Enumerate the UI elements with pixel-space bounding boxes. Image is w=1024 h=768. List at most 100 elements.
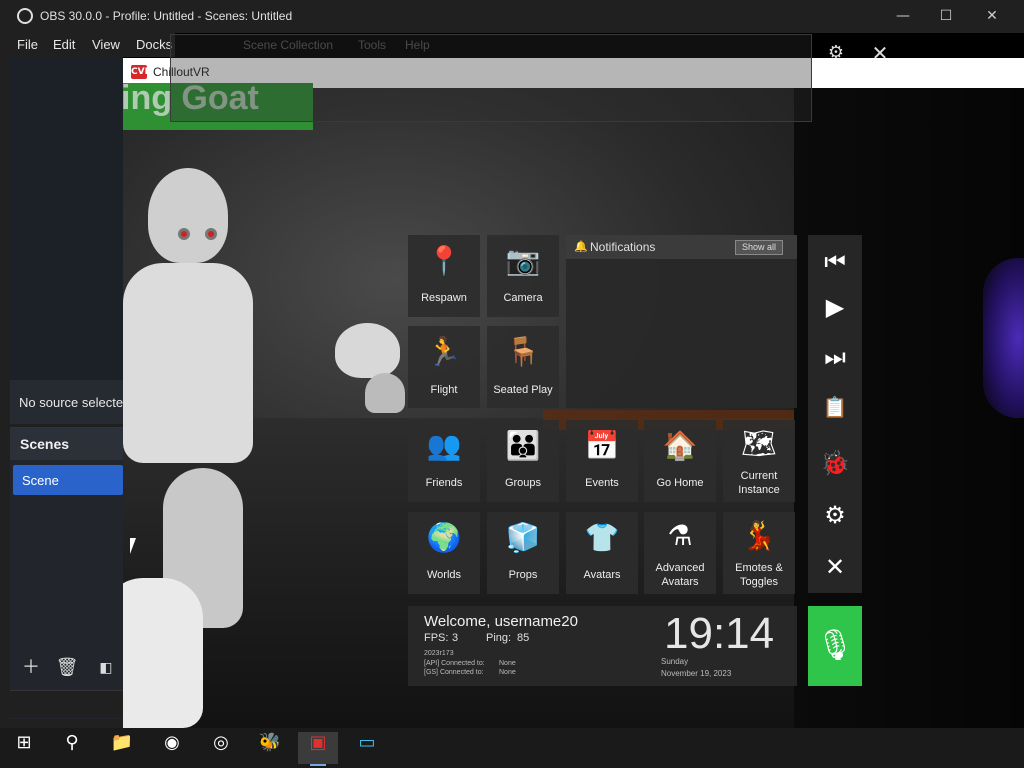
- home-icon: 🏠: [662, 429, 698, 462]
- gs-label: [GS] Connected to:: [424, 669, 484, 676]
- events-label: Events: [585, 477, 619, 489]
- chrome-icon[interactable]: ◉: [152, 732, 192, 764]
- settings-gear-icon[interactable]: ⚙: [808, 495, 862, 535]
- desktop: CVR ChilloutVR ing Goat No source select…: [0, 0, 1024, 768]
- chilloutvr-icon: CVR: [131, 65, 152, 79]
- game-purple-light: [983, 258, 1024, 418]
- minimize-button[interactable]: —: [892, 6, 914, 26]
- current-instance-label: Current Instance: [738, 470, 780, 496]
- menu-file[interactable]: File: [17, 37, 38, 52]
- friends-label: Friends: [425, 477, 463, 489]
- scenes-header: Scenes: [10, 428, 123, 460]
- flight-icon: 🏃: [426, 335, 462, 368]
- groups-icon: 👪: [505, 429, 541, 462]
- emotes-toggles-tile[interactable]: 💃 Emotes & Toggles: [723, 512, 795, 594]
- location-pin-icon: 📍: [426, 244, 462, 277]
- avatar-shirt-icon: 👕: [584, 521, 620, 554]
- skip-next-icon[interactable]: ⏭: [808, 337, 862, 377]
- seated-play-tile[interactable]: 🪑 Seated Play: [487, 326, 559, 408]
- close-menu-icon[interactable]: ✕: [808, 547, 862, 587]
- flask-icon: ⚗: [667, 519, 693, 552]
- avatars-tile[interactable]: 👕 Avatars: [566, 512, 638, 594]
- windows-start-icon[interactable]: ⊞: [4, 732, 44, 764]
- globe-icon: 🌍: [426, 521, 462, 554]
- welcome-greeting: Welcome, username20: [424, 613, 578, 630]
- menu-docks[interactable]: Docks: [136, 37, 172, 52]
- search-icon[interactable]: ⚲: [52, 732, 92, 764]
- worlds-tile[interactable]: 🌍 Worlds: [408, 512, 480, 594]
- obs-preview-area[interactable]: [10, 57, 123, 380]
- play-icon[interactable]: ▶: [808, 287, 862, 327]
- notifications-title: Notifications: [590, 240, 656, 254]
- cube-icon: 🧊: [505, 521, 541, 554]
- events-tile[interactable]: 📅 Events: [566, 420, 638, 502]
- obs-status-bar: [10, 690, 123, 718]
- mouse-cursor: [130, 538, 142, 554]
- obs-logo-icon: [17, 8, 33, 24]
- chilloutvr-taskbar-icon[interactable]: ▣: [298, 732, 338, 766]
- emotes-toggles-label: Emotes & Toggles: [735, 562, 783, 588]
- build-version: 2023r173: [424, 650, 454, 657]
- maximize-button[interactable]: ☐: [935, 6, 957, 26]
- camera-label: Camera: [503, 292, 543, 304]
- gs-value: None: [499, 669, 516, 676]
- obs-window-title: OBS 30.0.0 - Profile: Untitled - Scenes:…: [40, 9, 293, 23]
- menu-view[interactable]: View: [92, 37, 120, 52]
- remove-scene-trash-icon[interactable]: 🗑: [55, 656, 79, 680]
- notifications-panel: 🔔 Notifications Show all: [566, 235, 797, 408]
- menu-scene-collection[interactable]: Scene Collection: [243, 38, 333, 52]
- microphone-icon[interactable]: 🎙: [808, 606, 862, 686]
- current-instance-tile[interactable]: 🗺 Current Instance: [723, 420, 795, 502]
- worlds-label: Worlds: [426, 569, 462, 581]
- scene-item-label: Scene: [22, 473, 59, 488]
- bell-icon: 🔔: [574, 240, 588, 253]
- terminal-app-icon[interactable]: ▭: [347, 732, 387, 764]
- camera-icon: 📷: [505, 244, 541, 277]
- skip-previous-icon[interactable]: ⏮: [808, 242, 862, 282]
- friends-tile[interactable]: 👥 Friends: [408, 420, 480, 502]
- clock-date: November 19, 2023: [661, 669, 732, 678]
- notifications-header: 🔔 Notifications Show all: [566, 235, 797, 259]
- flight-tile[interactable]: 🏃 Flight: [408, 326, 480, 408]
- seated-play-label: Seated Play: [493, 384, 553, 396]
- file-explorer-icon[interactable]: 📁: [102, 732, 142, 764]
- scenes-dock: Scenes Scene ＋ 🗑 ◧: [10, 427, 123, 719]
- clock-time: 19:14: [664, 609, 775, 658]
- scene-list-item[interactable]: Scene: [13, 465, 123, 495]
- props-tile[interactable]: 🧊 Props: [487, 512, 559, 594]
- go-home-tile[interactable]: 🏠 Go Home: [644, 420, 716, 502]
- bug-icon[interactable]: 🐞: [808, 443, 862, 483]
- respawn-tile[interactable]: 📍 Respawn: [408, 235, 480, 317]
- bee-app-icon[interactable]: 🐝: [250, 732, 290, 764]
- obs-titlebar[interactable]: OBS 30.0.0 - Profile: Untitled - Scenes:…: [0, 0, 1024, 33]
- seated-icon: 🪑: [505, 335, 541, 368]
- groups-label: Groups: [504, 477, 542, 489]
- groups-tile[interactable]: 👪 Groups: [487, 420, 559, 502]
- api-value: None: [499, 660, 516, 667]
- menu-tools[interactable]: Tools: [358, 38, 386, 52]
- advanced-avatars-tile[interactable]: ⚗ Advanced Avatars: [644, 512, 716, 594]
- scene-toolbar: ＋ 🗑 ◧: [10, 650, 123, 686]
- add-scene-button[interactable]: ＋: [19, 656, 43, 680]
- camera-tile[interactable]: 📷 Camera: [487, 235, 559, 317]
- no-source-bar: No source selected: [10, 380, 123, 424]
- flight-label: Flight: [430, 384, 458, 396]
- menu-edit[interactable]: Edit: [53, 37, 75, 52]
- show-all-button[interactable]: Show all: [735, 240, 783, 255]
- robot-avatar: [123, 168, 273, 728]
- obs-menubar-faded: Scene Collection Tools Help: [175, 33, 815, 55]
- menu-help[interactable]: Help: [405, 38, 430, 52]
- gear-icon[interactable]: ⚙: [824, 41, 848, 65]
- ping-label: Ping:: [486, 632, 512, 644]
- close-icon[interactable]: ✕: [868, 41, 892, 65]
- close-window-button[interactable]: ✕: [981, 6, 1003, 26]
- calendar-icon: 📅: [584, 429, 620, 462]
- clipboard-icon[interactable]: 📋: [808, 387, 862, 427]
- map-icon: 🗺: [741, 427, 777, 460]
- obs-taskbar-icon[interactable]: ◎: [201, 732, 241, 764]
- ping-value: 85: [517, 632, 530, 644]
- scene-filters-icon[interactable]: ◧: [94, 656, 118, 680]
- robot-avatar-small: [335, 323, 405, 433]
- respawn-label: Respawn: [421, 292, 467, 304]
- fps-label: FPS:: [424, 632, 449, 644]
